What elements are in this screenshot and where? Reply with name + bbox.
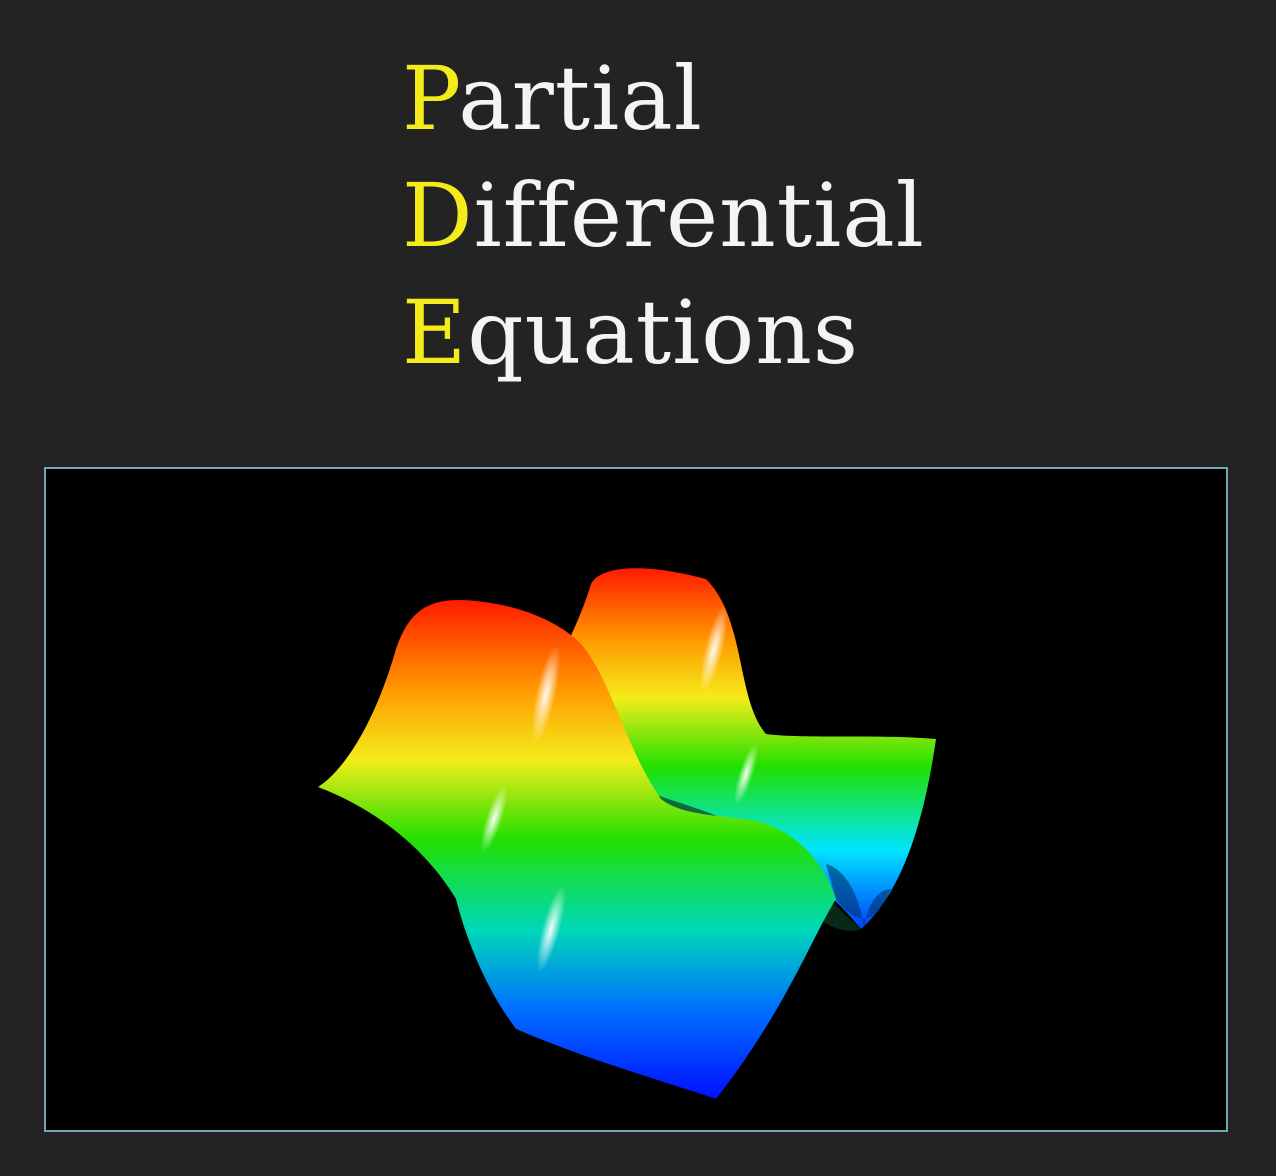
stage: Partial Differential Equations [0, 0, 1276, 1176]
title-line-differential: Differential [402, 157, 925, 274]
pde-title: Partial Differential Equations [402, 40, 925, 391]
title-initial-e: E [402, 281, 468, 384]
title-rest-equations: quations [467, 281, 860, 384]
front-wave-ridge [318, 600, 836, 1099]
title-line-partial: Partial [402, 40, 925, 157]
title-initial-d: D [402, 164, 474, 267]
surface-plot [318, 568, 936, 1099]
title-rest-differential: ifferential [473, 164, 925, 267]
title-initial-p: P [402, 47, 459, 150]
title-line-equations: Equations [402, 274, 925, 391]
surface-plot-viewer [44, 467, 1228, 1132]
title-rest-partial: artial [458, 47, 703, 150]
